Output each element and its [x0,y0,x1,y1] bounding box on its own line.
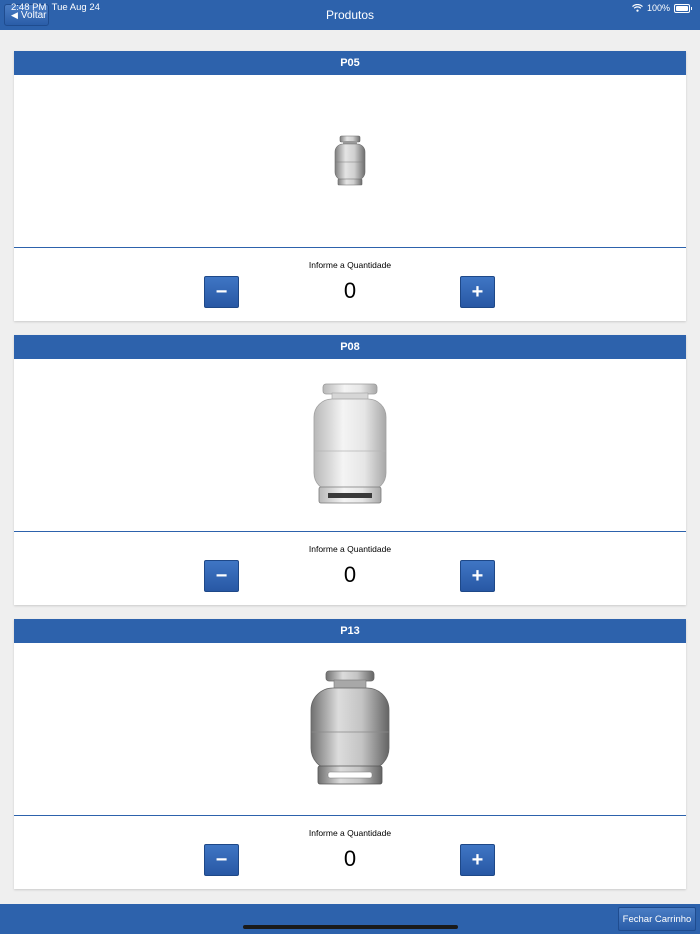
status-indicators: 100% [632,3,692,13]
product-card-p13: P13 Informe a Quantidade − 0 + [14,619,686,889]
gas-cylinder-p08-image [313,383,387,504]
quantity-value: 0 [343,562,357,587]
quantity-value: 0 [343,278,357,303]
gas-cylinder-p05-image [334,135,366,186]
quantity-label: Informe a Quantidade [308,260,392,270]
product-card-p05: P05 Informe a Quantidade − 0 + [14,51,686,321]
quantity-label: Informe a Quantidade [308,828,392,838]
product-image-container [14,643,686,816]
product-image-container [14,359,686,532]
bottom-toolbar: Fechar Carrinho [0,904,700,934]
increase-quantity-button[interactable]: + [460,276,495,308]
product-image-container [14,75,686,248]
home-indicator[interactable] [243,925,458,929]
quantity-section: Informe a Quantidade − 0 + [14,532,686,605]
gas-cylinder-p13-image [310,670,390,785]
close-cart-button[interactable]: Fechar Carrinho [618,907,696,931]
increase-quantity-button[interactable]: + [460,560,495,592]
increase-quantity-button[interactable]: + [460,844,495,876]
battery-icon [674,3,692,13]
quantity-value: 0 [343,846,357,871]
battery-percent: 100% [646,3,670,13]
page-title: Produtos [325,8,375,22]
product-name: P13 [14,619,686,643]
quantity-section: Informe a Quantidade − 0 + [14,248,686,321]
product-name: P05 [14,51,686,75]
product-card-p08: P08 Informe a Quantidade − 0 + [14,335,686,605]
wifi-icon [632,4,643,12]
quantity-label: Informe a Quantidade [308,544,392,554]
navigation-bar: ◀ Voltar 2:48 PM Tue Aug 24 Produtos 100… [0,0,700,30]
quantity-section: Informe a Quantidade − 0 + [14,816,686,889]
product-name: P08 [14,335,686,359]
